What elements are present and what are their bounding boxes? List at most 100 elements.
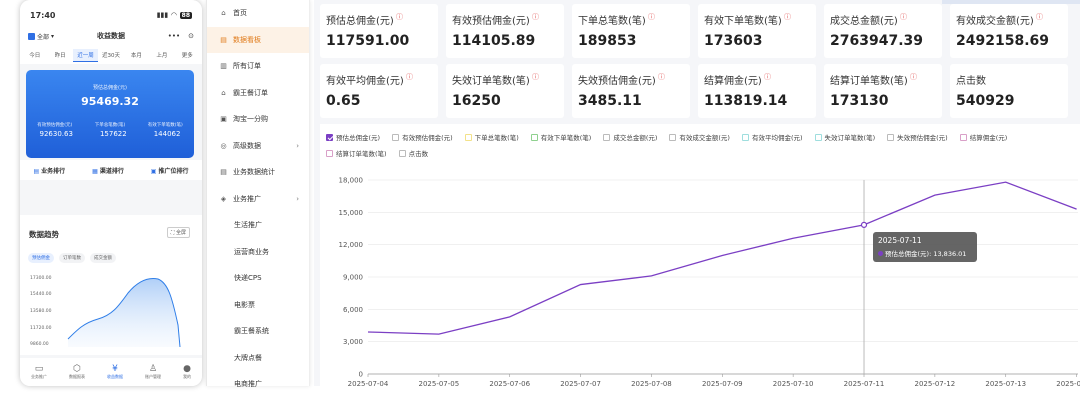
metric-label-text: 有效下单笔数(笔) xyxy=(704,16,782,27)
period-tab[interactable]: 更多 xyxy=(175,51,200,59)
nav-account[interactable]: ♙ 账户管理 xyxy=(145,364,161,380)
mobile-preview: 17:40 ▮▮▮ ◠ 88 全部 ▾ 收益数据 ••• ⊙ 今日 昨日 近一周 近30天 本月… xyxy=(20,0,202,386)
metric-value: 114105.89 xyxy=(452,33,536,49)
chip-amount[interactable]: 成交金额 xyxy=(90,253,116,263)
y-tick: 9860.00 xyxy=(30,341,49,347)
metric-value: 173603 xyxy=(704,33,763,49)
sidebar-item-label: 电影票 xyxy=(234,300,255,309)
metric-value: 540929 xyxy=(956,93,1015,109)
home-icon: ⌂ xyxy=(221,9,226,18)
advanced-data-icon: ◎ xyxy=(220,141,227,150)
period-tab[interactable]: 上月 xyxy=(149,51,174,59)
period-tab[interactable]: 今日 xyxy=(22,51,47,59)
metric-label-text: 有效平均佣金(元) xyxy=(326,76,404,87)
metric-value: 2763947.39 xyxy=(830,33,923,49)
nav-report[interactable]: ⬡ 数据报表 xyxy=(69,364,85,380)
meal-order-icon: ⌂ xyxy=(221,88,226,97)
help-icon[interactable]: ⓘ xyxy=(646,13,655,21)
metric-label-text: 失效预估佣金(元) xyxy=(578,76,656,87)
help-icon[interactable]: ⓘ xyxy=(394,13,403,21)
mobile-title: 收益数据 xyxy=(97,32,125,40)
sidebar-item[interactable]: ◎ 高级数据 › xyxy=(207,133,309,160)
metric-cards: 预估总佣金(元) ⓘ 117591.00 有效预估佣金(元) ⓘ 114105.89 下… xyxy=(314,4,1080,124)
y-tick: 17300.00 xyxy=(30,275,52,281)
help-icon[interactable]: ⓘ xyxy=(1034,13,1043,21)
sidebar-item[interactable]: ▤ 业务数据统计 xyxy=(207,159,309,186)
sidebar-item[interactable]: 电影票 xyxy=(207,292,309,319)
x-tick-label: 2025-07-04 xyxy=(348,380,389,386)
sidebar-item[interactable]: ▤ 数据看板 xyxy=(207,26,309,53)
metric-card: 有效下单笔数(笔) ⓘ 173603 xyxy=(698,4,816,58)
sidebar-item[interactable]: 电商推广 xyxy=(207,371,309,396)
summary-card: 预估总佣金(元) 95469.32 有效预估佣金(元) 下单总笔数(笔) 有效下… xyxy=(26,70,194,158)
trend-title: 数据趋势 xyxy=(29,230,59,239)
help-icon[interactable]: ⓘ xyxy=(908,73,917,81)
trend-chips: 预估佣金 订单笔数 成交金额 xyxy=(28,253,116,263)
period-tab[interactable]: 本月 xyxy=(124,51,149,59)
period-tab[interactable]: 近一周 xyxy=(72,48,99,62)
sidebar-item[interactable]: 生活推广 xyxy=(207,212,309,239)
trend-area xyxy=(68,278,180,347)
summary-value: 95469.32 xyxy=(81,95,139,108)
x-tick-label: 2025-07-08 xyxy=(631,380,672,386)
chip-commission[interactable]: 预估佣金 xyxy=(28,253,54,263)
metric-value: 189853 xyxy=(578,33,637,49)
sidebar-item[interactable]: 大牌点餐 xyxy=(207,345,309,372)
metric-card: 失效订单笔数(笔) ⓘ 16250 xyxy=(446,64,564,118)
sidebar-item-label: 数据看板 xyxy=(233,35,261,44)
metric-label: 结算订单笔数(笔) ⓘ xyxy=(830,72,936,87)
x-tick-label: 2025-07-12 xyxy=(915,380,956,386)
help-icon[interactable]: ⓘ xyxy=(530,73,539,81)
sidebar-item[interactable]: ▣ 淘宝一分购 xyxy=(207,106,309,133)
sidebar-item[interactable]: 霸王餐系统 xyxy=(207,318,309,345)
nav-me[interactable]: ● 我的 xyxy=(183,364,191,380)
sidebar-item[interactable]: ⌂ 霸王餐订单 xyxy=(207,80,309,107)
metric-card: 有效成交金额(元) ⓘ 2492158.69 xyxy=(950,4,1068,58)
sidebar-item[interactable]: 运营商业务 xyxy=(207,239,309,266)
rank-business-link[interactable]: ▤ 业务排行 xyxy=(33,166,65,175)
period-tab[interactable]: 昨日 xyxy=(47,51,72,59)
cube-icon: ⬡ xyxy=(73,364,81,374)
promo-icon: ◈ xyxy=(220,194,227,203)
help-icon[interactable]: ⓘ xyxy=(762,73,771,81)
metric-label: 成交总金额(元) ⓘ xyxy=(830,12,936,27)
metric-label: 结算佣金(元) ⓘ xyxy=(704,72,810,87)
briefcase-icon: ▭ xyxy=(34,364,44,374)
summary-sub-value: 144062 xyxy=(153,130,181,138)
x-tick-label: 2025-07-07 xyxy=(560,380,601,386)
sidebar-item[interactable]: ⌂ 首页 xyxy=(207,0,309,27)
y-tick: 13580.00 xyxy=(30,308,52,314)
sidebar-item-label: 业务推广 xyxy=(233,194,261,203)
sidebar-item[interactable]: ◈ 业务推广 › xyxy=(207,186,309,213)
data-point xyxy=(860,221,868,228)
expand-icon: ⛶ xyxy=(170,230,175,236)
rank-position-link[interactable]: ▣ 推广位排行 xyxy=(151,166,189,175)
sidebar-item[interactable]: 快递CPS xyxy=(207,265,309,292)
metric-value: 3485.11 xyxy=(578,93,642,109)
help-icon[interactable]: ⓘ xyxy=(782,13,791,21)
mobile-period-tabs: 今日 昨日 近一周 近30天 本月 上月 更多 xyxy=(20,46,202,64)
y-tick-label: 6,000 xyxy=(343,306,363,314)
chip-orders[interactable]: 订单笔数 xyxy=(59,253,85,263)
sidebar-item-label: 淘宝一分购 xyxy=(233,115,268,124)
rank-channel-link[interactable]: ▦ 渠道排行 xyxy=(92,166,124,175)
metric-card: 下单总笔数(笔) ⓘ 189853 xyxy=(572,4,690,58)
user-icon: ♙ xyxy=(148,364,158,374)
help-icon[interactable]: ⓘ xyxy=(404,73,413,81)
metric-label: 预估总佣金(元) ⓘ xyxy=(326,12,432,27)
period-tab[interactable]: 近30天 xyxy=(98,51,123,59)
help-icon[interactable]: ⓘ xyxy=(530,13,539,21)
metric-label: 下单总笔数(笔) ⓘ xyxy=(578,12,684,27)
metric-value: 117591.00 xyxy=(326,33,410,49)
metric-row: 预估总佣金(元) ⓘ 117591.00 有效预估佣金(元) ⓘ 114105.89 下… xyxy=(320,4,1080,58)
fullscreen-button[interactable]: ⛶ 全屏 xyxy=(166,227,190,238)
metric-row: 有效平均佣金(元) ⓘ 0.65 失效订单笔数(笔) ⓘ 16250 失效预估佣金(元)… xyxy=(320,64,1080,118)
metric-label-text: 下单总笔数(笔) xyxy=(578,16,646,27)
nav-earnings[interactable]: ¥ 收益数据 xyxy=(107,364,123,380)
help-icon[interactable]: ⓘ xyxy=(656,73,665,81)
nav-promo[interactable]: ▭ 业务推广 xyxy=(31,364,47,380)
help-icon[interactable]: ⓘ xyxy=(898,13,907,21)
sidebar-item-label: 快递CPS xyxy=(234,274,262,283)
sidebar-item[interactable]: ▥ 所有订单 xyxy=(207,53,309,80)
metric-label: 有效预估佣金(元) ⓘ xyxy=(452,12,558,27)
